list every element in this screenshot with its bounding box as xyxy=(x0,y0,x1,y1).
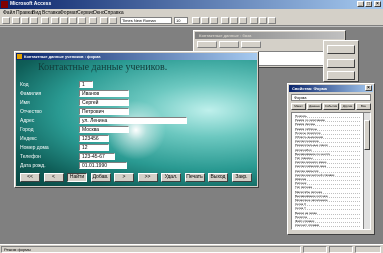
small-dialog-button-1[interactable] xyxy=(327,45,355,54)
tab-data[interactable]: Данные xyxy=(307,103,322,110)
small-dialog[interactable] xyxy=(323,40,359,82)
db-design-button[interactable] xyxy=(219,41,239,48)
status-panel-3 xyxy=(355,246,381,253)
field-code[interactable]: 1 xyxy=(79,81,93,88)
database-window-title-bar: Контактные данные : база xyxy=(195,32,344,39)
copy-icon[interactable] xyxy=(60,17,68,24)
undo-icon[interactable] xyxy=(89,17,97,24)
fill-color-icon[interactable] xyxy=(250,17,258,24)
db-open-button[interactable] xyxy=(197,41,217,48)
property-sheet-title: Свойства: Форма xyxy=(292,86,327,91)
format-painter-icon[interactable] xyxy=(78,17,86,24)
app-close-button[interactable]: × xyxy=(374,1,381,7)
nav-button[interactable]: Выход xyxy=(208,173,228,182)
status-bar: Режим формы xyxy=(0,244,383,253)
print-icon[interactable] xyxy=(21,17,29,24)
status-panel-2 xyxy=(329,246,353,253)
label-patronymic: Отчество xyxy=(20,109,42,115)
form-icon xyxy=(17,54,22,59)
field-list-icon[interactable] xyxy=(100,17,108,24)
tab-events[interactable]: События xyxy=(323,103,339,110)
nav-button[interactable]: >> xyxy=(137,173,158,182)
app-minimize-button[interactable]: _ xyxy=(357,1,364,7)
property-scroll-thumb[interactable] xyxy=(364,120,370,150)
spell-icon[interactable] xyxy=(41,17,49,24)
form-heading: Контактные данные учеников. xyxy=(38,62,168,73)
label-index: Индекс xyxy=(20,136,37,142)
small-dialog-button-3[interactable] xyxy=(327,71,355,80)
toolbox-icon[interactable] xyxy=(109,17,117,24)
status-panel-1 xyxy=(303,246,327,253)
font-name-select[interactable]: Times New Roman xyxy=(120,17,172,24)
label-code: Код xyxy=(20,82,29,88)
nav-button[interactable]: Закр. xyxy=(231,173,252,182)
small-dialog-button-2[interactable] xyxy=(327,59,355,68)
field-lastname[interactable]: Иванов xyxy=(79,90,129,97)
align-left-icon[interactable] xyxy=(221,17,229,24)
property-row[interactable]: Контекст справки xyxy=(295,223,360,228)
nav-button[interactable]: Добав. xyxy=(90,173,111,182)
form-body: Контактные данные учеников. Код 1 Фамили… xyxy=(16,60,257,186)
nav-button[interactable]: < xyxy=(43,173,64,182)
form-title: Контактные данные учеников : форма xyxy=(24,54,101,59)
label-lastname: Фамилия xyxy=(20,91,42,97)
db-new-button[interactable] xyxy=(241,41,261,48)
property-tabs: Макет Данные События Другие Все xyxy=(291,103,371,110)
field-firstname[interactable]: Сергей xyxy=(79,99,129,106)
menu-bar: Файл Правка Вид Вставка Формат Сервис Ок… xyxy=(0,9,383,16)
nav-button[interactable]: Найти xyxy=(67,173,87,182)
label-address: Адрес xyxy=(20,118,35,124)
toolbar: Times New Roman 10 xyxy=(0,16,383,26)
preview-icon[interactable] xyxy=(30,17,38,24)
underline-icon[interactable] xyxy=(210,17,218,24)
property-scrollbar[interactable] xyxy=(363,113,370,229)
font-size-select[interactable]: 10 xyxy=(174,17,188,24)
label-city: Город xyxy=(20,127,34,133)
status-text: Режим формы xyxy=(1,246,301,253)
property-sheet-close-button[interactable]: × xyxy=(365,85,372,91)
save-icon[interactable] xyxy=(12,17,20,24)
align-right-icon[interactable] xyxy=(239,17,247,24)
property-list: Подпись Режим по умолчанию Режим формы Режи… xyxy=(291,112,371,230)
field-patronymic[interactable]: Петрович xyxy=(79,108,129,115)
field-house[interactable]: 12 xyxy=(79,144,109,151)
nav-button[interactable]: > xyxy=(114,173,134,182)
tab-other[interactable]: Другие xyxy=(340,103,355,110)
app-maximize-button[interactable]: □ xyxy=(365,1,372,7)
field-city[interactable]: Москва xyxy=(79,126,129,133)
label-birthdate: Дата рожд. xyxy=(20,163,46,169)
view-icon[interactable] xyxy=(2,17,10,24)
app-icon xyxy=(1,1,8,8)
font-color-icon[interactable] xyxy=(259,17,267,24)
paste-icon[interactable] xyxy=(69,17,77,24)
nav-button[interactable]: Удал. xyxy=(161,173,181,182)
form-window[interactable]: Контактные данные учеников : форма Конта… xyxy=(14,51,259,188)
property-object-select[interactable]: Форма xyxy=(291,94,371,101)
form-title-bar: Контактные данные учеников : форма xyxy=(16,53,257,60)
tab-layout[interactable]: Макет xyxy=(291,103,306,110)
database-window-toolbar xyxy=(197,41,343,49)
field-index[interactable]: 123456 xyxy=(79,135,109,142)
align-center-icon[interactable] xyxy=(230,17,238,24)
field-birthdate[interactable]: 01.01.1990 xyxy=(79,162,127,169)
line-color-icon[interactable] xyxy=(268,17,276,24)
bold-icon[interactable] xyxy=(192,17,200,24)
property-sheet-title-bar: Свойства: Форма × xyxy=(289,85,373,92)
property-sheet-window[interactable]: Свойства: Форма × Форма Макет Данные Соб… xyxy=(287,83,375,235)
italic-icon[interactable] xyxy=(201,17,209,24)
app-title-bar: Microsoft Access _ □ × xyxy=(0,0,383,9)
cut-icon[interactable] xyxy=(51,17,59,24)
field-phone[interactable]: 123-45-67 xyxy=(79,153,115,160)
label-firstname: Имя xyxy=(20,100,30,106)
app-title: Microsoft Access xyxy=(10,1,52,7)
tab-all[interactable]: Все xyxy=(356,103,371,110)
nav-button[interactable]: Печать xyxy=(184,173,205,182)
database-window-title: Контактные данные : база xyxy=(199,33,252,38)
label-phone: Телефон xyxy=(20,154,41,160)
label-house: Номер дома xyxy=(20,145,49,151)
field-address[interactable]: ул. Ленина xyxy=(79,117,187,124)
nav-button[interactable]: << xyxy=(20,173,40,182)
